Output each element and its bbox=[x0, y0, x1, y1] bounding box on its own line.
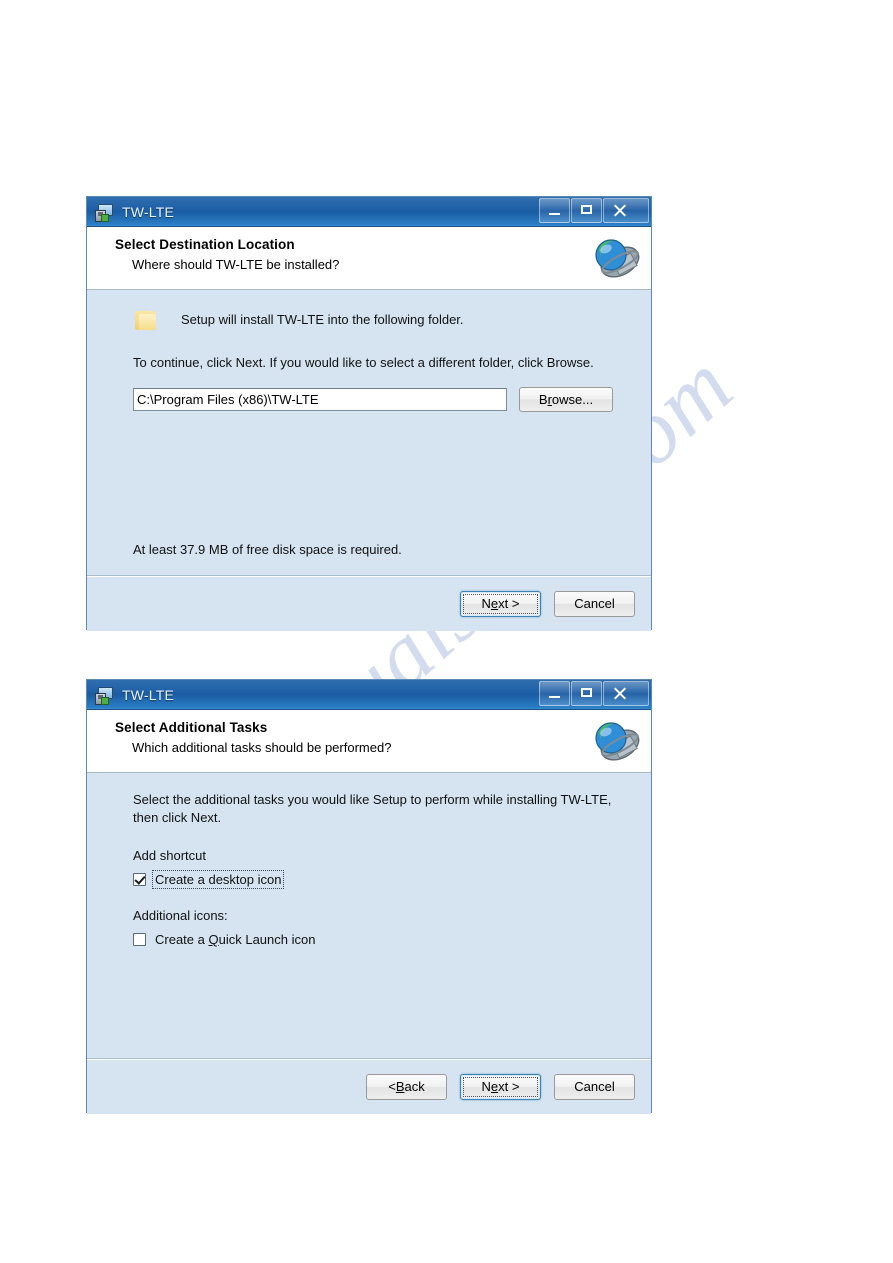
installer-icon bbox=[95, 203, 113, 222]
window-controls bbox=[538, 198, 649, 223]
globe-wizard-icon bbox=[595, 239, 640, 278]
install-folder-text: Setup will install TW-LTE into the follo… bbox=[181, 311, 464, 327]
tasks-intro-line2: then click Next. bbox=[133, 810, 222, 826]
back-label-pre: < bbox=[388, 1079, 396, 1094]
dialog-select-destination-location: TW-LTE Select Destination Location Where… bbox=[86, 196, 652, 631]
dialog-select-additional-tasks: TW-LTE Select Additional Tasks Which add… bbox=[86, 679, 652, 1114]
back-label-accel: B bbox=[395, 1079, 405, 1094]
installer-icon bbox=[95, 686, 113, 705]
window-title: TW-LTE bbox=[122, 203, 175, 220]
next-button[interactable]: Ne xt > bbox=[460, 1073, 541, 1100]
folder-icon bbox=[133, 308, 160, 332]
checkbox-label-quick-launch-icon[interactable]: Create a Quick Launch icon bbox=[153, 931, 317, 948]
group-label-add-shortcut: Add shortcut bbox=[133, 847, 206, 863]
cancel-button[interactable]: Cancel bbox=[554, 590, 635, 617]
maximize-icon[interactable] bbox=[571, 681, 602, 706]
dialog-header: Select Additional Tasks Which additional… bbox=[87, 710, 651, 773]
disk-space-note: At least 37.9 MB of free disk space is r… bbox=[133, 542, 402, 557]
close-icon[interactable] bbox=[603, 198, 649, 223]
dialog-body: Select the additional tasks you would li… bbox=[87, 773, 651, 1058]
browse-label-post: owse... bbox=[551, 392, 594, 408]
checkbox-quick-launch-icon[interactable] bbox=[133, 932, 146, 946]
window-title: TW-LTE bbox=[122, 686, 175, 703]
maximize-icon[interactable] bbox=[571, 198, 602, 223]
checkbox-desktop-icon[interactable] bbox=[133, 872, 146, 886]
install-path-row: Browse... bbox=[87, 387, 651, 413]
page-subtitle: Which additional tasks should be perform… bbox=[132, 740, 392, 755]
cancel-button[interactable]: Cancel bbox=[554, 1073, 635, 1100]
dialog-footer: Ne xt > Cancel bbox=[87, 575, 651, 631]
browse-button[interactable]: Br owse... bbox=[519, 387, 613, 413]
install-folder-row: Setup will install TW-LTE into the follo… bbox=[87, 308, 651, 332]
continue-instruction-text: To continue, click Next. If you would li… bbox=[133, 355, 594, 370]
minimize-icon[interactable] bbox=[539, 681, 570, 706]
checkbox-label-desktop-icon[interactable]: Create a desktop icon bbox=[151, 869, 285, 889]
quick-launch-label-post: uick Launch icon bbox=[218, 931, 316, 947]
checkbox-row-desktop-icon[interactable]: Create a desktop icon bbox=[87, 869, 651, 889]
minimize-icon[interactable] bbox=[539, 198, 570, 223]
dialog-body: Setup will install TW-LTE into the follo… bbox=[87, 290, 651, 575]
back-label-post: ack bbox=[404, 1079, 425, 1094]
page-title: Select Additional Tasks bbox=[115, 720, 268, 735]
dialog-header: Select Destination Location Where should… bbox=[87, 227, 651, 290]
next-label-pre: N bbox=[481, 1079, 491, 1094]
page-subtitle: Where should TW-LTE be installed? bbox=[132, 257, 340, 272]
next-label-pre: N bbox=[481, 596, 491, 611]
titlebar[interactable]: TW-LTE bbox=[87, 680, 651, 710]
window-controls bbox=[538, 681, 649, 706]
group-label-additional-icons: Additional icons: bbox=[133, 907, 228, 923]
back-button[interactable]: < Back bbox=[366, 1073, 447, 1100]
close-icon[interactable] bbox=[603, 681, 649, 706]
tasks-intro-line1: Select the additional tasks you would li… bbox=[133, 792, 612, 807]
next-label-accel: e bbox=[490, 1079, 499, 1094]
browse-label-pre: B bbox=[538, 392, 548, 408]
checkbox-row-quick-launch-icon[interactable]: Create a Quick Launch icon bbox=[87, 931, 651, 948]
globe-wizard-icon bbox=[595, 722, 640, 761]
next-button[interactable]: Ne xt > bbox=[460, 590, 541, 617]
quick-launch-label-pre: Create a bbox=[155, 931, 209, 947]
next-label-accel: e bbox=[490, 596, 499, 611]
dialog-footer: < Back Ne xt > Cancel bbox=[87, 1058, 651, 1114]
next-label-post: xt > bbox=[498, 596, 520, 611]
next-label-post: xt > bbox=[498, 1079, 520, 1094]
page-title: Select Destination Location bbox=[115, 237, 295, 252]
titlebar[interactable]: TW-LTE bbox=[87, 197, 651, 227]
quick-launch-label-accel: Q bbox=[208, 931, 219, 947]
install-path-input[interactable] bbox=[133, 388, 507, 412]
